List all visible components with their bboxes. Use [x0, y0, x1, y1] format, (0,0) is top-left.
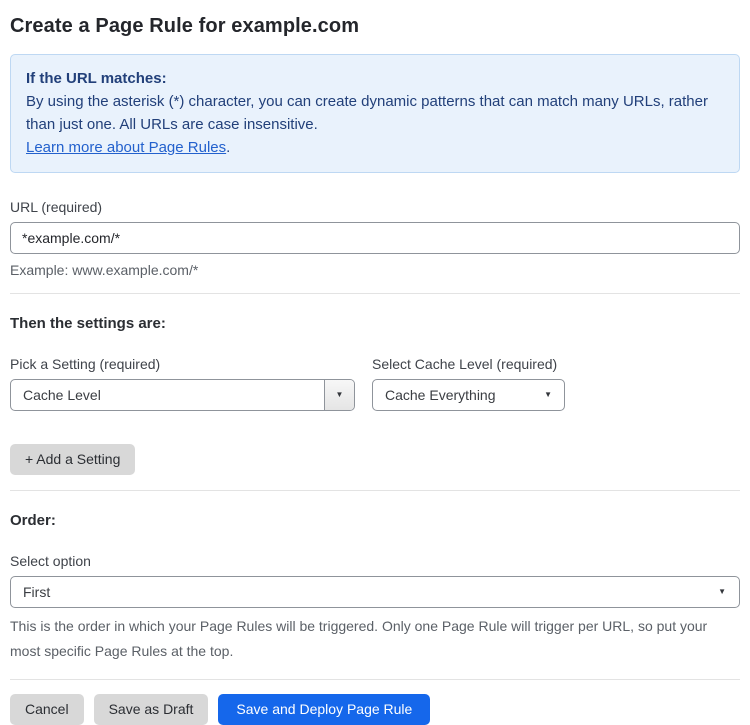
cache-level-value: Cache Everything: [385, 387, 496, 403]
info-box-link-line: Learn more about Page Rules.: [26, 136, 724, 159]
cache-level-field: Select Cache Level (required) Cache Ever…: [372, 356, 565, 411]
chevron-down-icon: ▼: [544, 390, 552, 399]
footer-actions: Cancel Save as Draft Save and Deploy Pag…: [10, 694, 740, 725]
url-label: URL (required): [10, 199, 103, 215]
divider: [10, 490, 740, 491]
setting-picker-field: Pick a Setting (required) Cache Level ▼: [10, 356, 355, 411]
url-input[interactable]: [10, 222, 740, 254]
add-setting-button[interactable]: + Add a Setting: [10, 444, 136, 475]
chevron-down-icon: ▼: [718, 587, 726, 596]
settings-row: Pick a Setting (required) Cache Level ▼ …: [10, 356, 740, 411]
cache-level-select[interactable]: Cache Everything ▼: [372, 379, 565, 411]
divider: [10, 293, 740, 294]
order-select[interactable]: First ▼: [10, 576, 740, 608]
add-setting-row: + Add a Setting: [10, 444, 740, 475]
learn-more-link[interactable]: Learn more about Page Rules: [26, 139, 226, 156]
info-box-body: By using the asterisk (*) character, you…: [26, 93, 708, 133]
cancel-button[interactable]: Cancel: [10, 694, 84, 725]
setting-picker-value: Cache Level: [23, 387, 101, 403]
order-heading: Order:: [10, 512, 56, 529]
order-value: First: [23, 584, 51, 600]
url-match-info-box: If the URL matches: By using the asteris…: [10, 54, 740, 173]
link-suffix: .: [226, 139, 231, 156]
divider: [10, 679, 740, 680]
setting-picker-label: Pick a Setting (required): [10, 356, 161, 372]
create-page-rule-form: Create a Page Rule for example.com If th…: [0, 0, 750, 725]
url-hint: Example: www.example.com/*: [10, 262, 199, 278]
settings-heading: Then the settings are:: [10, 315, 166, 332]
chevron-down-icon: ▼: [335, 390, 344, 399]
order-hint: This is the order in which your Page Rul…: [10, 618, 708, 659]
save-as-draft-button[interactable]: Save as Draft: [93, 694, 209, 725]
info-box-heading: If the URL matches:: [26, 70, 167, 87]
setting-picker-arrow-button[interactable]: ▼: [324, 380, 354, 410]
page-title: Create a Page Rule for example.com: [10, 15, 360, 37]
order-label: Select option: [10, 553, 91, 569]
save-and-deploy-button[interactable]: Save and Deploy Page Rule: [218, 694, 431, 725]
url-section: URL (required) Example: www.example.com/…: [10, 199, 740, 278]
cache-level-label: Select Cache Level (required): [372, 356, 558, 372]
setting-picker-select[interactable]: Cache Level ▼: [10, 379, 355, 411]
